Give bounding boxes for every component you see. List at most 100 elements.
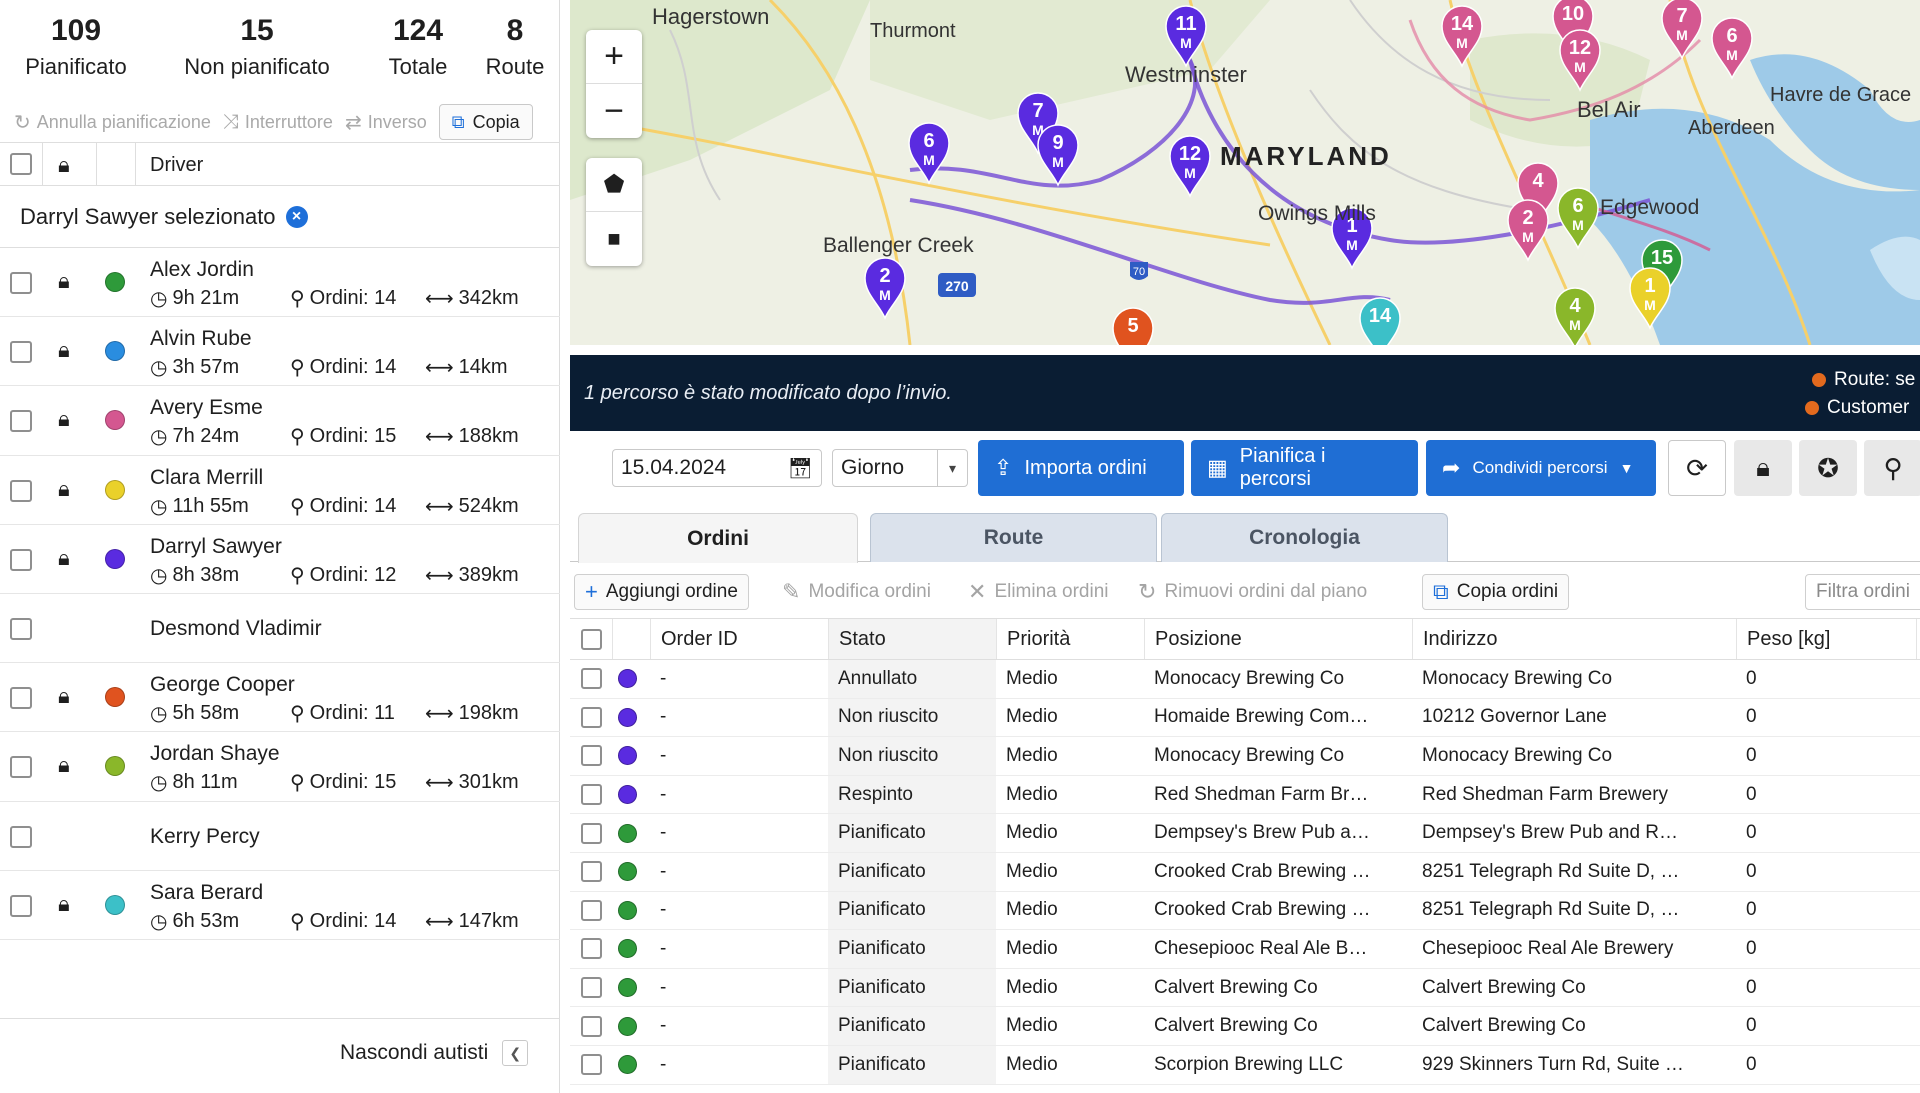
driver-row[interactable]: 🔒︎ Sara Berard ◷ 6h 53m ⚲ Ordini: 14 ⟷ 147km [0,871,560,940]
clear-selection-icon[interactable]: × [285,205,308,228]
period-select[interactable]: Giorno ▾ [832,449,968,487]
switch-button[interactable]: ⤨ Interruttore [223,111,333,134]
row-checkbox[interactable] [580,822,602,844]
header-order-id[interactable]: Order ID [650,619,828,659]
lock-icon[interactable]: 🔒︎ [58,891,70,917]
header-extra[interactable]: E [1916,619,1920,659]
undo-plan-button[interactable]: ↻ Annulla pianificazione [14,110,211,135]
select-all-checkbox[interactable] [580,628,602,650]
driver-checkbox[interactable] [10,548,32,571]
map-pin-icon: ⚲ [290,564,305,587]
zoom-out-button[interactable]: − [586,84,642,138]
driver-row[interactable]: 🔒︎ Alex Jordin ◷ 9h 21m ⚲ Ordini: 14 ⟷ 342km [0,248,560,318]
driver-checkbox[interactable] [10,756,32,779]
driver-checkbox[interactable] [10,479,32,502]
table-row[interactable]: - Pianificato Medio Chesepiooc Real Ale B… C… [570,930,1920,969]
driver-row[interactable]: Kerry Percy [0,802,560,871]
driver-checkbox[interactable] [10,272,32,294]
driver-row[interactable]: 🔒︎ Avery Esme ◷ 7h 24m ⚲ Ordini: 15 ⟷ 188km [0,386,560,456]
table-row[interactable]: - Respinto Medio Red Shedman Farm Br… Red Sh… [570,775,1920,815]
edit-orders-button[interactable]: ✎ Modifica ordini [782,574,931,610]
driver-checkbox[interactable] [10,687,32,710]
row-checkbox[interactable] [580,668,602,690]
driver-checkbox[interactable] [10,410,32,433]
row-checkbox[interactable] [580,977,602,999]
table-row[interactable]: - Pianificato Medio Calvert Brewing Co Calve… [570,1007,1920,1046]
lock-icon[interactable]: 🔒︎ [58,152,70,178]
tab-history[interactable]: Cronologia [1161,513,1448,562]
copy-orders-button[interactable]: ⧉ Copia ordini [1422,574,1570,610]
lock-icon[interactable]: 🔒︎ [58,752,70,778]
lock-icon[interactable]: 🔒︎ [58,406,70,432]
table-row[interactable]: - Pianificato Medio Calvert Brewing Co Calve… [570,968,1920,1008]
lock-button[interactable]: 🔒︎ [1734,440,1792,496]
select-all-checkbox[interactable] [10,153,32,175]
table-row[interactable]: - Pianificato Medio Dempsey's Brew Pub a… De… [570,814,1920,853]
row-color [612,930,650,968]
map-pin-icon: ⚲ [290,910,305,933]
table-row[interactable]: - Non riuscito Medio Monocacy Brewing Co Mon… [570,737,1920,776]
drivers-list: 🔒︎ Alex Jordin ◷ 9h 21m ⚲ Ordini: 14 ⟷ 342km 🔒︎ A… [0,248,560,940]
lock-icon[interactable]: 🔒︎ [58,268,70,294]
collapse-chevron-icon[interactable]: ❮ [502,1040,529,1066]
driver-checkbox[interactable] [10,617,32,640]
driver-row[interactable]: 🔒︎ Alvin Rube ◷ 3h 57m ⚲ Ordini: 14 ⟷ 14km [0,317,560,387]
lock-icon[interactable]: 🔒︎ [58,476,70,502]
import-orders-button[interactable]: ⇪ Importa ordini [978,440,1184,496]
row-checkbox[interactable] [580,899,602,921]
row-checkbox[interactable] [580,745,602,767]
row-checkbox[interactable] [580,938,602,960]
stat-label: Totale [388,54,448,79]
polygon-draw-icon[interactable]: ⬟ [586,158,642,212]
filter-orders-input[interactable]: Filtra ordini [1805,574,1920,610]
driver-color-dot [105,479,125,500]
cell-id: - [660,822,667,844]
delete-orders-button[interactable]: ✕ Elimina ordini [968,574,1108,610]
driver-checkbox[interactable] [10,825,32,848]
tab-routes[interactable]: Route [870,513,1157,562]
clock-icon: ◷ [150,910,168,933]
lock-icon[interactable]: 🔒︎ [58,683,70,709]
map-marker[interactable]: 5 [1112,307,1154,345]
remove-from-plan-button[interactable]: ↻ Rimuovi ordini dal piano [1138,574,1367,610]
driver-row[interactable]: 🔒︎ George Cooper ◷ 5h 58m ⚲ Ordini: 11 ⟷ 198km [0,663,560,733]
driver-row[interactable]: 🔒︎ Darryl Sawyer ◷ 8h 38m ⚲ Ordini: 12 ⟷ 389km [0,525,560,594]
table-row[interactable]: - Pianificato Medio Crooked Crab Brewing … 8… [570,891,1920,931]
driver-row[interactable]: 🔒︎ Clara Merrill ◷ 11h 55m ⚲ Ordini: 14 ⟷ 524km [0,456,560,525]
header-address[interactable]: Indirizzo [1412,619,1736,659]
reverse-button[interactable]: ⇄ Inverso [345,110,427,135]
driver-checkbox[interactable] [10,341,32,364]
date-picker[interactable]: 15.04.2024 📅︎ [612,449,822,487]
share-routes-button[interactable]: ➦ Condividi percorsi ▼ [1426,440,1656,496]
lock-icon[interactable]: 🔒︎ [58,337,70,363]
rectangle-draw-icon[interactable]: ■ [586,212,642,266]
table-row[interactable]: - Annullato Medio Monocacy Brewing Co Monoca… [570,660,1920,699]
header-status[interactable]: Stato [828,619,996,659]
driver-row[interactable]: 🔒︎ Jordan Shaye ◷ 8h 11m ⚲ Ordini: 15 ⟷ 301km [0,732,560,802]
copy-button[interactable]: ⧉ Copia [438,104,533,140]
row-checkbox[interactable] [580,1054,602,1076]
header-priority[interactable]: Priorità [996,619,1144,659]
table-row[interactable]: - Non riuscito Medio Homaide Brewing Com… 10… [570,698,1920,738]
zoom-in-button[interactable]: + [586,30,642,84]
lock-icon[interactable]: 🔒︎ [58,545,70,571]
tab-orders[interactable]: Ordini [578,513,858,563]
cell-extra: 0 [1916,660,1920,698]
add-order-button[interactable]: + Aggiungi ordine [574,574,749,610]
driver-checkbox[interactable] [10,894,32,917]
row-checkbox[interactable] [580,1015,602,1037]
table-row[interactable]: - Pianificato Medio Scorpion Brewing LLC 929… [570,1045,1920,1085]
row-checkbox[interactable] [580,706,602,728]
header-weight[interactable]: Peso [kg] [1736,619,1916,659]
driver-row[interactable]: Desmond Vladimir [0,594,560,664]
header-position[interactable]: Posizione [1144,619,1412,659]
table-row[interactable]: - Pianificato Medio Crooked Crab Brewing … 8… [570,852,1920,892]
refresh-button[interactable]: ⟳ [1668,440,1726,496]
row-checkbox[interactable] [580,784,602,806]
pin-button[interactable]: ⚲ [1864,440,1920,496]
calendar-icon[interactable]: 📅︎ [788,456,813,481]
map-view[interactable]: 270 70 11 M 14 M 10 12 M 7 M 6 M 6 M 7 M 9 M 12 M 2 M 1 M 4 2 M 6 M… [570,0,1920,345]
badge-button[interactable]: ✪ [1799,440,1857,496]
row-checkbox[interactable] [580,861,602,883]
plan-routes-button[interactable]: ▦ Pianifica i percorsi [1191,440,1418,496]
